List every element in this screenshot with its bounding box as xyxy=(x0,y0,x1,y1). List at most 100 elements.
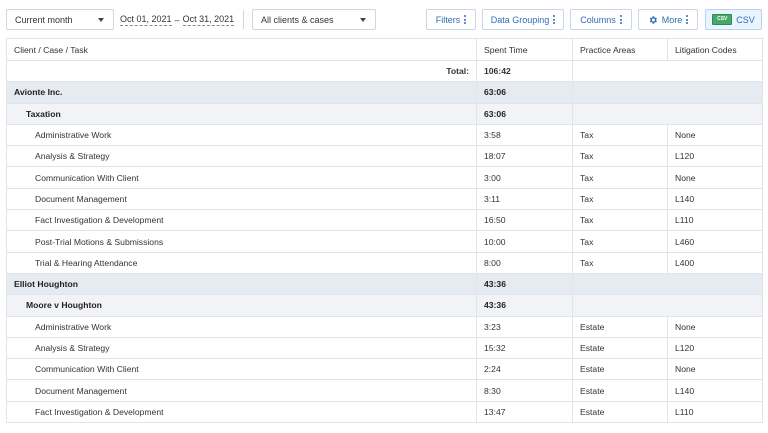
task-practice-area: Estate xyxy=(572,400,668,424)
table-row[interactable]: Trial & Hearing Attendance 8:00 Tax L400 xyxy=(6,251,763,274)
case-time: 63:06 xyxy=(476,102,573,125)
client-row[interactable]: Elliot Houghton 43:36 xyxy=(6,272,763,296)
table-row[interactable]: Document Management 8:30 Estate L140 xyxy=(6,379,763,402)
column-header-spent-time[interactable]: Spent Time xyxy=(476,38,573,61)
client-empty-cell xyxy=(572,272,763,296)
date-start-link[interactable]: Oct 01, 2021 xyxy=(120,14,172,26)
filters-button[interactable]: Filters xyxy=(426,9,476,30)
task-spent-time: 3:23 xyxy=(476,315,573,338)
task-litigation-code: None xyxy=(667,358,763,381)
task-practice-area: Estate xyxy=(572,358,668,381)
data-grouping-button[interactable]: Data Grouping xyxy=(482,9,564,30)
task-practice-area: Tax xyxy=(572,166,668,189)
task-litigation-code: L120 xyxy=(667,145,763,168)
task-name: Administrative Work xyxy=(6,315,477,338)
task-practice-area: Estate xyxy=(572,379,668,402)
task-name: Analysis & Strategy xyxy=(6,145,477,168)
task-name: Administrative Work xyxy=(6,123,477,147)
kebab-icon xyxy=(464,15,467,24)
client-name: Avionte Inc. xyxy=(6,81,477,104)
task-name: Document Management xyxy=(6,379,477,402)
task-name: Post-Trial Motions & Submissions xyxy=(6,230,477,253)
client-empty-cell xyxy=(572,81,763,104)
table-row[interactable]: Communication With Client 2:24 Estate None xyxy=(6,358,763,381)
task-practice-area: Tax xyxy=(572,230,668,253)
column-header-practice-areas[interactable]: Practice Areas xyxy=(572,38,668,61)
task-spent-time: 3:11 xyxy=(476,187,573,211)
date-end-link[interactable]: Oct 31, 2021 xyxy=(182,14,235,26)
task-litigation-code: None xyxy=(667,315,763,338)
more-label: More xyxy=(661,14,683,25)
chevron-down-icon xyxy=(360,18,366,22)
table-header-row: Client / Case / Task Spent Time Practice… xyxy=(6,38,763,61)
table-row[interactable]: Fact Investigation & Development 16:50 Tax… xyxy=(6,209,763,232)
task-litigation-code: L110 xyxy=(667,209,763,232)
task-spent-time: 3:00 xyxy=(476,166,573,189)
task-name: Document Management xyxy=(6,187,477,211)
gear-icon xyxy=(649,15,657,24)
task-name: Communication With Client xyxy=(6,358,477,381)
clients-select[interactable]: All clients & cases xyxy=(252,9,376,30)
case-empty-cell xyxy=(572,102,763,125)
data-grouping-label: Data Grouping xyxy=(490,14,550,25)
task-practice-area: Tax xyxy=(572,187,668,211)
total-value: 106:42 xyxy=(476,59,573,83)
case-row[interactable]: Moore v Houghton 43:36 xyxy=(6,294,763,317)
table-row[interactable]: Analysis & Strategy 15:32 Estate L120 xyxy=(6,336,763,360)
column-header-client-case-task[interactable]: Client / Case / Task xyxy=(6,38,477,61)
task-litigation-code: L140 xyxy=(667,187,763,211)
case-row[interactable]: Taxation 63:06 xyxy=(6,102,763,125)
client-row[interactable]: Avionte Inc. 63:06 xyxy=(6,81,763,104)
toolbar-divider xyxy=(243,10,244,29)
csv-export-button[interactable]: CSV CSV xyxy=(705,9,762,30)
period-select[interactable]: Current month xyxy=(6,9,114,30)
date-range: Oct 01, 2021 – Oct 31, 2021 xyxy=(120,9,235,30)
column-header-litigation-codes[interactable]: Litigation Codes xyxy=(667,38,763,61)
task-spent-time: 8:00 xyxy=(476,251,573,274)
case-name: Moore v Houghton xyxy=(6,294,477,317)
task-spent-time: 2:24 xyxy=(476,358,573,381)
task-litigation-code: L110 xyxy=(667,400,763,424)
period-select-value: Current month xyxy=(15,14,73,25)
table-row[interactable]: Analysis & Strategy 18:07 Tax L120 xyxy=(6,145,763,168)
task-name: Communication With Client xyxy=(6,166,477,189)
task-practice-area: Estate xyxy=(572,315,668,338)
task-litigation-code: L400 xyxy=(667,251,763,274)
client-name: Elliot Houghton xyxy=(6,272,477,296)
columns-label: Columns xyxy=(580,14,616,25)
total-empty-cell xyxy=(572,59,763,83)
date-separator: – xyxy=(174,14,180,25)
task-name: Trial & Hearing Attendance xyxy=(6,251,477,274)
task-spent-time: 13:47 xyxy=(476,400,573,424)
table-row[interactable]: Post-Trial Motions & Submissions 10:00 Tax… xyxy=(6,230,763,253)
kebab-icon xyxy=(619,15,622,24)
task-practice-area: Tax xyxy=(572,209,668,232)
time-report-table-container: Client / Case / Task Spent Time Practice… xyxy=(6,38,763,424)
task-name: Fact Investigation & Development xyxy=(6,209,477,232)
task-spent-time: 16:50 xyxy=(476,209,573,232)
task-litigation-code: L460 xyxy=(667,230,763,253)
task-practice-area: Estate xyxy=(572,336,668,360)
task-name: Fact Investigation & Development xyxy=(6,400,477,424)
task-practice-area: Tax xyxy=(572,123,668,147)
table-row[interactable]: Administrative Work 3:23 Estate None xyxy=(6,315,763,338)
clients-select-value: All clients & cases xyxy=(261,14,334,25)
csv-label: CSV xyxy=(736,14,755,25)
task-practice-area: Tax xyxy=(572,145,668,168)
table-row[interactable]: Communication With Client 3:00 Tax None xyxy=(6,166,763,189)
table-row[interactable]: Document Management 3:11 Tax L140 xyxy=(6,187,763,211)
case-time: 43:36 xyxy=(476,294,573,317)
kebab-icon xyxy=(553,15,556,24)
filters-label: Filters xyxy=(435,14,461,25)
task-spent-time: 18:07 xyxy=(476,145,573,168)
table-row[interactable]: Fact Investigation & Development 13:47 Est… xyxy=(6,400,763,424)
table-row[interactable]: Administrative Work 3:58 Tax None xyxy=(6,123,763,147)
client-time: 63:06 xyxy=(476,81,573,104)
columns-button[interactable]: Columns xyxy=(570,9,632,30)
task-spent-time: 3:58 xyxy=(476,123,573,147)
more-button[interactable]: More xyxy=(638,9,698,30)
task-name: Analysis & Strategy xyxy=(6,336,477,360)
task-litigation-code: L140 xyxy=(667,379,763,402)
csv-file-icon: CSV xyxy=(712,14,733,25)
task-practice-area: Tax xyxy=(572,251,668,274)
